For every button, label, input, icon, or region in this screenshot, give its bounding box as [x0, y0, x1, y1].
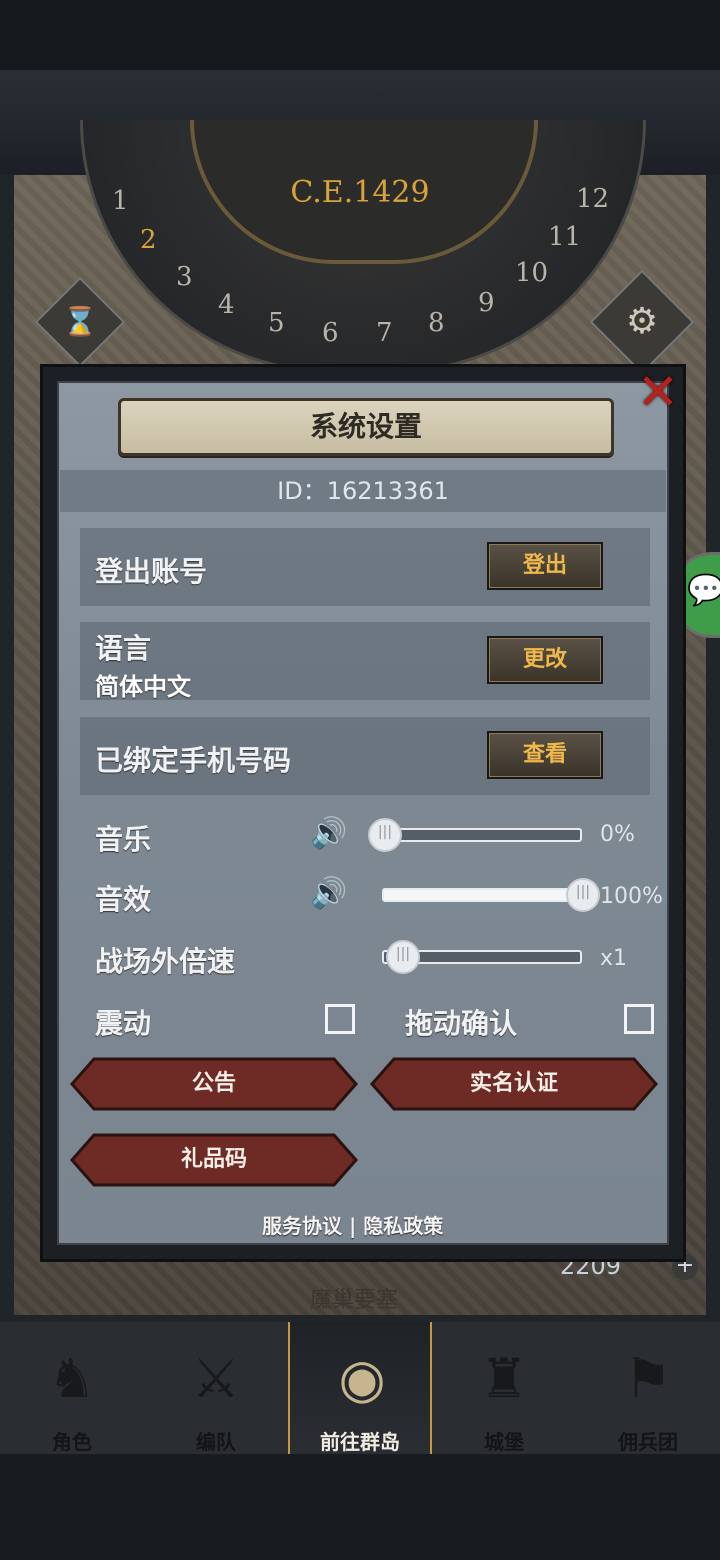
dial-number: 12: [576, 184, 610, 214]
islands-icon: ◉: [338, 1347, 386, 1410]
gift-code-button-label: 礼品码: [180, 1147, 247, 1172]
nav-label: 城堡: [484, 1430, 524, 1454]
close-button[interactable]: ✕: [632, 366, 684, 418]
footer-links: 服务协议 | 隐私政策: [262, 1210, 443, 1239]
sound-value: 100%: [600, 884, 663, 909]
knight-icon: ♞: [47, 1347, 97, 1410]
chat-icon: 💬: [687, 573, 720, 608]
change-language-button[interactable]: 更改: [487, 636, 603, 684]
nav-item-character[interactable]: ♞ 角色: [0, 1322, 144, 1454]
era-label: C.E.1429: [290, 175, 430, 210]
language-current: 简体中文: [95, 673, 191, 701]
sound-label: 音效: [95, 883, 152, 916]
hourglass-icon: ⌛: [62, 305, 98, 338]
nav-label: 角色: [52, 1430, 92, 1454]
close-icon: ✕: [637, 363, 679, 421]
dial-number: 1: [112, 186, 129, 216]
vibration-checkbox[interactable]: [325, 1004, 355, 1034]
drag-confirm-checkbox[interactable]: [624, 1004, 654, 1034]
realname-button-label: 实名认证: [469, 1071, 558, 1096]
dial-number: 10: [515, 258, 549, 288]
status-bar: [0, 0, 720, 70]
speed-value: x1: [600, 946, 628, 971]
dial-number: 2: [140, 225, 157, 255]
dial-number: 6: [322, 318, 339, 348]
gear-icon: ⚙: [625, 301, 659, 342]
dial-number: 4: [218, 290, 235, 320]
nav-label: 编队: [196, 1430, 236, 1454]
speed-slider-thumb[interactable]: [386, 940, 420, 974]
nav-label: 佣兵团: [618, 1430, 678, 1454]
service-agreement-link[interactable]: 服务协议: [262, 1214, 342, 1238]
castle-icon: ♜: [479, 1347, 529, 1410]
music-value: 0%: [600, 822, 635, 847]
dial-number: 3: [176, 262, 193, 292]
vibration-label: 震动: [95, 1007, 152, 1040]
nav-item-squad[interactable]: ⚔ 编队: [144, 1322, 288, 1454]
speed-label: 战场外倍速: [95, 945, 236, 978]
nav-label: 前往群岛: [320, 1430, 400, 1454]
sound-slider-thumb[interactable]: [566, 878, 600, 912]
dial-number: 9: [478, 288, 495, 318]
nav-item-castle[interactable]: ♜ 城堡: [432, 1322, 576, 1454]
gift-code-button[interactable]: 礼品码: [70, 1133, 358, 1187]
dial-number: 11: [548, 222, 582, 252]
language-label: 语言: [95, 632, 152, 665]
dialog-title: 系统设置: [309, 410, 422, 443]
music-label: 音乐: [95, 823, 152, 856]
drag-confirm-label: 拖动确认: [405, 1007, 518, 1040]
squad-icon: ⚔: [191, 1347, 241, 1410]
nav-item-mercenary[interactable]: ⚑ 佣兵团: [576, 1322, 720, 1454]
speaker-icon[interactable]: 🔊: [310, 876, 352, 912]
notice-button-label: 公告: [191, 1071, 236, 1096]
privacy-policy-link[interactable]: 隐私政策: [363, 1214, 443, 1238]
dialog-title-plate: 系统设置: [118, 398, 614, 456]
bottom-strip: [0, 1454, 720, 1560]
logout-label: 登出账号: [95, 555, 208, 588]
dial-number: 8: [428, 308, 445, 338]
sound-slider[interactable]: [382, 878, 600, 912]
footer-separator: |: [348, 1214, 357, 1238]
phone-label: 已绑定手机号码: [95, 744, 292, 777]
dial-number: 7: [376, 318, 393, 348]
speaker-icon[interactable]: 🔊: [310, 816, 352, 852]
music-slider[interactable]: [368, 818, 582, 852]
notice-button[interactable]: 公告: [70, 1057, 358, 1111]
mercenary-icon: ⚑: [623, 1347, 673, 1410]
music-slider-thumb[interactable]: [368, 818, 402, 852]
logout-button[interactable]: 登出: [487, 542, 603, 590]
place-label: 魔巢要塞: [310, 1288, 399, 1313]
nav-item-islands[interactable]: ◉ 前往群岛: [288, 1322, 432, 1454]
speed-slider[interactable]: [382, 940, 582, 974]
view-phone-button[interactable]: 查看: [487, 731, 603, 779]
player-id: ID：16213361: [60, 470, 666, 512]
dial-number: 5: [268, 308, 285, 338]
sound-slider-fill: [384, 890, 580, 900]
realname-button[interactable]: 实名认证: [370, 1057, 658, 1111]
